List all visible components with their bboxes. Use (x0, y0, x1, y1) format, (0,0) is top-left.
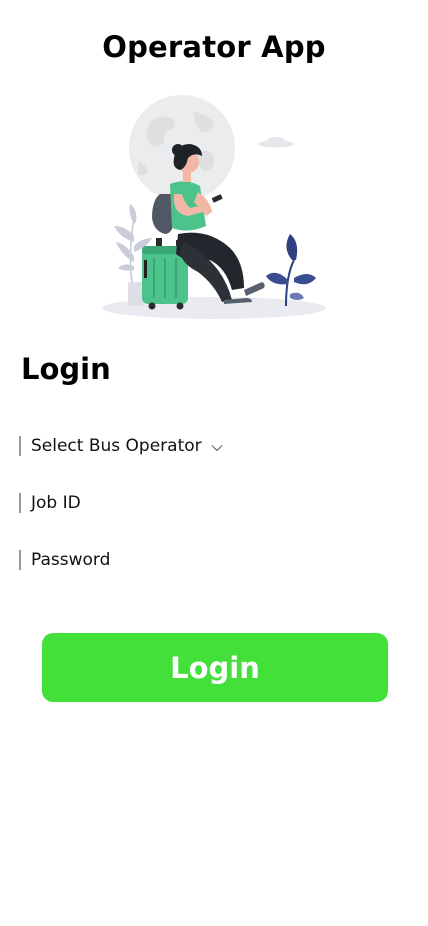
traveler-illustration (102, 95, 326, 319)
chevron-down-icon (211, 445, 223, 452)
app-title: Operator App (102, 30, 326, 64)
bus-operator-select-label: Select Bus Operator (31, 436, 202, 456)
password-placeholder: Password (31, 550, 111, 570)
login-heading: Login (21, 352, 111, 386)
login-button[interactable]: Login (42, 633, 388, 702)
field-indicator (19, 493, 21, 513)
job-id-placeholder: Job ID (31, 493, 81, 513)
field-indicator (19, 436, 21, 456)
password-input[interactable]: Password (19, 548, 399, 572)
job-id-input[interactable]: Job ID (19, 491, 399, 515)
bus-operator-select[interactable]: Select Bus Operator (19, 434, 399, 458)
field-indicator (19, 550, 21, 570)
